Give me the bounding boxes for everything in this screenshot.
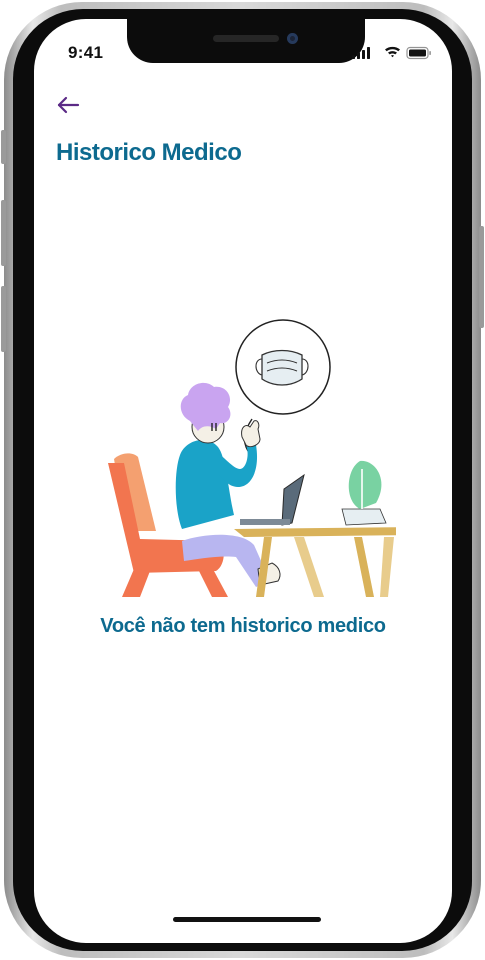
battery-icon [406, 46, 431, 60]
empty-state-message: Você não tem historico medico [100, 615, 386, 637]
wifi-icon [385, 46, 400, 58]
table-leg-4 [380, 537, 394, 597]
notch [127, 19, 365, 63]
arrow-left-icon [57, 96, 80, 114]
page-title: Historico Medico [56, 139, 242, 166]
status-time: 9:41 [68, 43, 104, 62]
power-button [479, 226, 484, 328]
person-at-laptop-with-mask-illustration [108, 319, 396, 597]
volume-up-button [1, 200, 6, 266]
status-icons [352, 46, 431, 60]
volume-down-button [1, 286, 6, 352]
camera-icon [287, 33, 298, 44]
person-shirt [175, 440, 234, 529]
plant-pot [341, 508, 387, 526]
person-hand [241, 420, 261, 448]
plant-leaves [348, 460, 382, 509]
cellular-signal-icon [352, 47, 370, 59]
speaker-grille [213, 35, 279, 42]
laptop-base [240, 519, 290, 525]
table-top [234, 527, 396, 537]
laptop-screen [281, 473, 305, 526]
chair-leg-right [198, 569, 228, 597]
table-leg-2 [294, 537, 324, 597]
chair-leg-left [122, 569, 150, 597]
silent-switch [1, 130, 6, 164]
back-button[interactable] [56, 94, 82, 116]
screen: 9:41 Historico Medico Você não tem histo… [34, 19, 452, 943]
home-indicator[interactable] [173, 917, 321, 922]
face-mask-icon [255, 349, 309, 386]
phone-frame: 9:41 Historico Medico Você não tem histo… [1, 2, 484, 958]
table-leg-3 [354, 537, 374, 597]
